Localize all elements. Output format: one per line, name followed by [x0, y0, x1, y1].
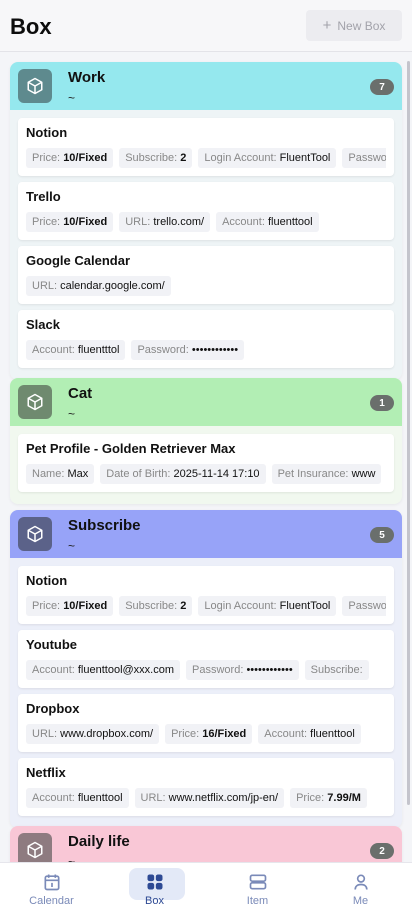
calendar-icon [44, 874, 59, 890]
item-title: Slack [26, 317, 60, 332]
cube-icon [18, 69, 52, 103]
item-title: Dropbox [26, 701, 80, 716]
box-subtitle: ~ [68, 407, 76, 421]
scrollbar[interactable] [407, 61, 410, 805]
item-count-badge: 1 [370, 395, 394, 411]
item-count-badge: 2 [370, 843, 394, 859]
item-title: Notion [26, 573, 68, 588]
nav-calendar[interactable]: Calendar [0, 863, 103, 915]
field-chip: Subscribe: [304, 660, 369, 680]
field-chip: Pet Insurance: www [271, 464, 382, 484]
nav-label: Me [352, 894, 369, 907]
field-chip: Password: •••••••••••• [342, 596, 386, 616]
field-chip: Login Account: FluentTool [198, 596, 337, 616]
grid-icon [147, 874, 162, 889]
cube-icon [18, 385, 52, 419]
field-chip: URL: www.dropbox.com/ [26, 724, 160, 744]
cube-icon [18, 517, 52, 551]
field-chip: Account: fluenttool [258, 724, 361, 744]
field-chip: Password: •••••••••••• [186, 660, 299, 680]
nav-label: Calendar [29, 894, 74, 907]
box-header[interactable]: Work ~ 7 [10, 62, 402, 110]
nav-label: Box [145, 894, 164, 907]
field-chip: URL: www.netflix.com/jp-en/ [134, 788, 285, 808]
box-header[interactable]: Daily life ~ 2 [10, 826, 402, 862]
box-subtitle: ~ [68, 91, 76, 105]
bottom-nav: Calendar Box Item Me [0, 862, 412, 915]
new-box-label: New Box [337, 18, 386, 33]
box-card-cat[interactable]: Cat ~ 1 Pet Profile - Golden Retriever M… [10, 378, 402, 504]
field-chip: Password: •••••••••••• [131, 340, 245, 360]
list-icon [249, 874, 266, 889]
field-chip: Subscribe: 2 [119, 148, 193, 168]
person-icon [353, 874, 368, 890]
item-card-youtube[interactable]: Youtube Account: fluenttool@xxx.com Pass… [18, 630, 394, 688]
box-header[interactable]: Subscribe ~ 5 [10, 510, 402, 558]
field-chip: URL: trello.com/ [119, 212, 211, 232]
item-count-badge: 5 [370, 527, 394, 543]
item-card-netflix[interactable]: Netflix Account: fluenttool URL: www.net… [18, 758, 394, 816]
item-title: Pet Profile - Golden Retriever Max [26, 441, 236, 456]
item-title: Notion [26, 125, 68, 140]
cube-icon [18, 833, 52, 862]
item-card-pet-profile[interactable]: Pet Profile - Golden Retriever Max Name:… [18, 434, 394, 492]
field-chip: Account: fluenttool [216, 212, 319, 232]
item-title: Youtube [26, 637, 78, 652]
field-chip: Login Account: FluentTool [198, 148, 337, 168]
field-chip: Date of Birth: 2025-11-14 17:10 [100, 464, 266, 484]
box-name: Subscribe [68, 517, 141, 534]
field-chip: Password: •••••••••••• [342, 148, 386, 168]
nav-me[interactable]: Me [309, 863, 412, 915]
item-title: Trello [26, 189, 61, 204]
box-list[interactable]: Work ~ 7 Notion Price: 10/Fixed Subscrib… [0, 53, 412, 862]
field-chip: Name: Max [26, 464, 95, 484]
field-chip: Price: 10/Fixed [26, 596, 114, 616]
item-card-trello[interactable]: Trello Price: 10/Fixed URL: trello.com/ … [18, 182, 394, 240]
item-title: Google Calendar [26, 253, 131, 268]
field-chip: Price: 10/Fixed [26, 212, 114, 232]
plus-icon: + [322, 17, 332, 34]
box-name: Cat [68, 385, 93, 402]
box-header[interactable]: Cat ~ 1 [10, 378, 402, 426]
item-card-dropbox[interactable]: Dropbox URL: www.dropbox.com/ Price: 16/… [18, 694, 394, 752]
nav-item[interactable]: Item [206, 863, 309, 915]
field-chip: Account: fluenttool [26, 788, 129, 808]
field-chip: Price: 10/Fixed [26, 148, 114, 168]
item-count-badge: 7 [370, 79, 394, 95]
item-card-google-calendar[interactable]: Google Calendar URL: calendar.google.com… [18, 246, 394, 304]
top-bar: Box + New Box [0, 0, 412, 52]
field-chip: Price: 7.99/M [290, 788, 367, 808]
box-card-subscribe[interactable]: Subscribe ~ 5 Notion Price: 10/Fixed Sub… [10, 510, 402, 828]
page-title: Box [10, 14, 52, 39]
box-subtitle: ~ [68, 855, 76, 862]
box-card-daily-life[interactable]: Daily life ~ 2 [10, 826, 402, 862]
new-box-button[interactable]: + New Box [306, 10, 402, 41]
box-card-work[interactable]: Work ~ 7 Notion Price: 10/Fixed Subscrib… [10, 62, 402, 380]
field-chip: URL: calendar.google.com/ [26, 276, 171, 296]
field-chip: Price: 16/Fixed [165, 724, 253, 744]
nav-label: Item [246, 894, 269, 907]
field-chip: Subscribe: 2 [119, 596, 193, 616]
item-title: Netflix [26, 765, 66, 780]
box-name: Daily life [68, 833, 130, 850]
item-card-notion[interactable]: Notion Price: 10/Fixed Subscribe: 2 Logi… [18, 118, 394, 176]
box-name: Work [68, 69, 106, 86]
item-card-slack[interactable]: Slack Account: fluentttol Password: ••••… [18, 310, 394, 368]
nav-box[interactable]: Box [103, 863, 206, 915]
box-subtitle: ~ [68, 539, 76, 553]
field-chip: Account: fluenttool@xxx.com [26, 660, 181, 680]
field-chip: Account: fluentttol [26, 340, 126, 360]
item-card-notion[interactable]: Notion Price: 10/Fixed Subscribe: 2 Logi… [18, 566, 394, 624]
